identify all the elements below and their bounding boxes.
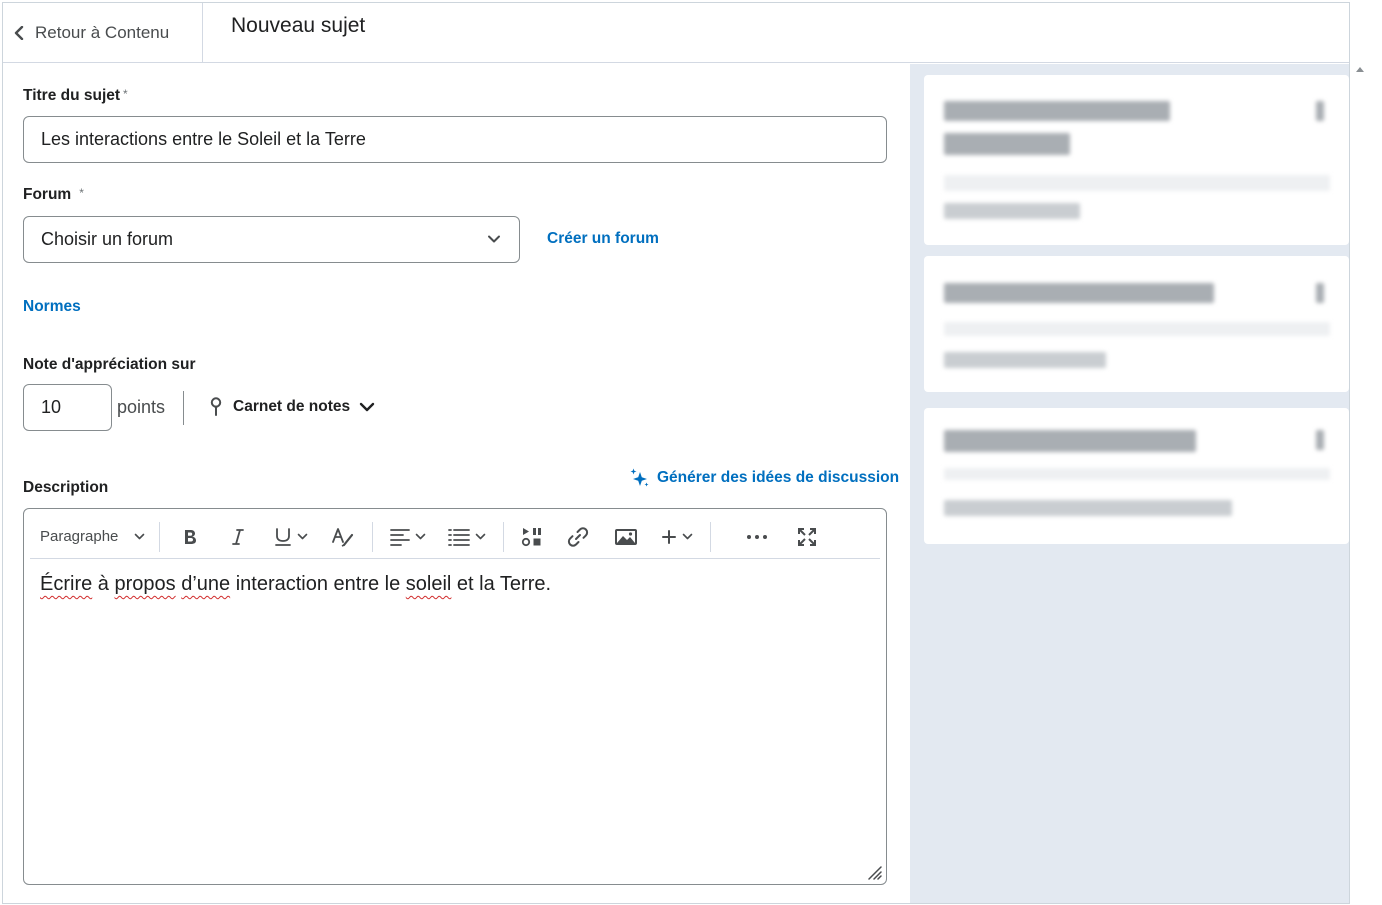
generate-ideas-label: Générer des idées de discussion [657,469,900,486]
more-icon [747,534,768,539]
toolbar-separator [710,521,712,552]
blurred-menu-icon [1316,101,1324,121]
scrollbar[interactable] [1350,62,1382,905]
blurred-text [944,133,1070,155]
insert-stuff-icon [522,527,542,546]
blurred-divider [944,175,1330,191]
description-label: Description [23,479,109,496]
blurred-text [944,430,1196,452]
text-style-button[interactable] [320,519,366,555]
blurred-text [944,352,1106,368]
blurred-text [944,101,1170,121]
topic-form: Titre du sujet * Les interactions entre l… [3,64,909,903]
list-button[interactable] [437,519,497,555]
italic-icon [232,528,245,545]
misspelled-word: d’une [181,573,231,595]
topic-title-label: Titre du sujet * [23,87,128,105]
topic-title-label-text: Titre du sujet [23,87,121,104]
blurred-text [944,203,1080,219]
blurred-divider [944,322,1330,336]
align-button[interactable] [379,519,437,555]
insert-button[interactable] [650,519,704,555]
content-text: interaction entre le [230,573,406,595]
divider [183,391,184,425]
paragraph-format-select[interactable]: Paragraphe [30,519,153,555]
blurred-card [924,256,1349,392]
blurred-text [944,500,1232,516]
blurred-text [944,283,1214,303]
generate-ideas-link[interactable]: Générer des idées de discussion [629,467,899,489]
image-icon [615,528,638,545]
blurred-card [924,408,1349,544]
misspelled-word: propos [114,573,176,595]
toolbar-separator [159,521,161,552]
topic-title-input[interactable]: Les interactions entre le Soleil et la T… [23,116,887,163]
underline-button[interactable] [262,519,320,555]
required-mark: * [123,87,128,101]
required-mark: * [79,186,84,200]
grade-points-value: 10 [41,397,62,417]
editor-toolbar: Paragraphe [30,515,880,559]
link-icon [568,526,589,547]
blurred-menu-icon [1316,283,1324,303]
forum-select-value: Choisir un forum [41,229,174,249]
top-bar: Retour à Contenu Nouveau sujet [3,3,1349,63]
page-frame: Retour à Contenu Nouveau sujet Titre du … [2,2,1350,904]
content-text: à [92,573,115,595]
scroll-up-arrow-icon[interactable] [1356,67,1364,72]
resize-handle-icon[interactable] [866,864,882,880]
link-button[interactable] [554,519,602,555]
plus-icon [662,529,677,544]
forum-select[interactable]: Choisir un forum [23,216,520,263]
description-content[interactable]: Écrire à propos d’une interaction entre … [40,573,551,596]
italic-button[interactable] [214,519,262,555]
chevron-down-icon [359,402,375,412]
gradebook-label: Carnet de notes [233,398,351,415]
bold-icon [185,529,197,544]
toolbar-separator [503,521,505,552]
points-unit: points [117,397,166,417]
blurred-menu-icon [1316,430,1324,450]
chevron-down-icon [488,235,500,243]
misspelled-word: Écrire [40,573,93,595]
topic-title-value: Les interactions entre le Soleil et la T… [41,129,366,149]
paragraph-format-label: Paragraphe [40,528,119,545]
back-button[interactable]: Retour à Contenu [3,3,203,63]
grade-label: Note d'appréciation sur [23,356,196,373]
text-style-icon [332,527,354,547]
chevron-left-icon [14,26,24,40]
chevron-down-icon [135,533,145,540]
back-label: Retour à Contenu [35,23,170,42]
forum-label: Forum * [23,186,84,204]
grade-points-input[interactable]: 10 [23,384,112,431]
side-panel [910,64,1349,903]
sparkle-icon [630,468,649,487]
image-button[interactable] [602,519,650,555]
description-editor[interactable]: Paragraphe Écrire à propos d’une interac… [23,508,887,885]
blurred-divider [944,468,1330,480]
misspelled-word: soleil [405,573,452,595]
fullscreen-icon [798,527,817,546]
gradebook-button[interactable]: Carnet de notes [209,397,375,417]
blurred-card [924,75,1349,245]
rubrics-link[interactable]: Normes [23,298,81,316]
more-button[interactable] [727,519,787,555]
chevron-down-icon [683,533,693,540]
page-title: Nouveau sujet [231,14,366,37]
chevron-down-icon [416,533,426,540]
pin-icon [210,397,222,416]
chevron-down-icon [298,533,308,540]
create-forum-link[interactable]: Créer un forum [547,230,659,248]
list-icon [448,528,471,546]
fullscreen-button[interactable] [787,519,827,555]
bold-button[interactable] [166,519,214,555]
forum-label-text: Forum [23,186,72,203]
toolbar-separator [372,521,374,552]
underline-icon [275,527,292,546]
align-icon [390,528,411,546]
chevron-down-icon [476,533,486,540]
insert-stuff-button[interactable] [510,519,554,555]
content-text: et la Terre. [451,573,552,595]
